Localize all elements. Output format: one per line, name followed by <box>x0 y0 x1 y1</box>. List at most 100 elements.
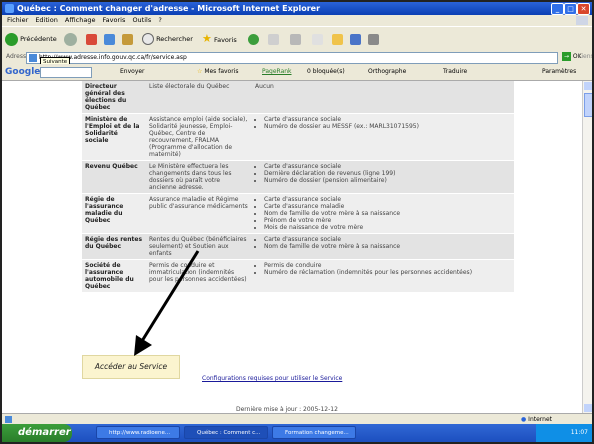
pagerank-indicator[interactable]: PageRank <box>262 64 292 80</box>
document-item: Mois de naissance de votre mère <box>264 224 511 231</box>
menu-favoris[interactable]: Favoris <box>103 16 126 24</box>
google-favorites[interactable]: ☆ Mes favoris <box>197 64 238 80</box>
programs-cell: Rentes du Québec (bénéficiaires seulemen… <box>146 233 252 260</box>
forward-arrow-icon <box>64 32 77 46</box>
windows-logo-icon <box>576 16 588 25</box>
menu-bar: Fichier Edition Affichage Favoris Outils… <box>2 15 592 26</box>
history-button[interactable] <box>248 32 259 46</box>
document-item: Carte d'assurance sociale <box>264 163 511 170</box>
history-icon <box>248 33 259 45</box>
globe-icon: ● <box>521 416 527 423</box>
popup-blocker[interactable]: 0 bloquée(s) <box>307 64 345 80</box>
spellcheck-button[interactable]: Orthographe <box>368 64 406 80</box>
document-item: Numéro de dossier (pension alimentaire) <box>264 177 511 184</box>
organization-cell: Directeur général des élections du Québe… <box>82 81 146 114</box>
programs-cell: Le Ministère effectuera les changements … <box>146 160 252 194</box>
page-icon <box>29 54 37 62</box>
programs-cell: Liste électorale du Québec <box>146 81 252 114</box>
programs-cell: Assurance maladie et Régime public d'ass… <box>146 193 252 234</box>
google-toolbar: Google Envoyer ☆ Mes favoris PageRank 0 … <box>2 64 592 81</box>
print-icon <box>290 33 301 45</box>
documents-list: Carte d'assurance socialeDernière déclar… <box>255 163 511 184</box>
taskbar-item[interactable]: Formation changeme... <box>272 426 356 439</box>
address-input[interactable]: http://www.adresse.info.gouv.qc.ca/fr/se… <box>26 52 558 64</box>
services-table: Directeur général des élections du Québe… <box>82 81 514 293</box>
star-icon: ★ <box>202 32 212 45</box>
browser-window: Québec : Comment changer d'adresse - Mic… <box>0 0 594 444</box>
maximize-button[interactable]: □ <box>564 3 577 15</box>
print-button[interactable] <box>290 32 301 46</box>
taskbar-item[interactable]: http://www.radioene... <box>96 426 180 439</box>
messenger-button[interactable] <box>332 32 343 46</box>
table-row: Société de l'assurance automobile du Qué… <box>82 259 514 293</box>
research-button[interactable] <box>350 32 361 46</box>
home-icon <box>122 33 133 45</box>
search-button[interactable]: Rechercher <box>142 32 193 46</box>
system-tray: 11:07 <box>536 424 592 442</box>
menu-fichier[interactable]: Fichier <box>7 16 28 24</box>
refresh-icon <box>104 33 115 45</box>
refresh-button[interactable] <box>104 32 115 46</box>
tools-icon <box>368 33 379 45</box>
document-item: Permis de conduire <box>264 262 511 269</box>
document-item: Numéro de dossier au MESSF (ex.: MARL310… <box>264 123 511 130</box>
organization-cell: Revenu Québec <box>82 160 146 194</box>
documents-cell: Aucun <box>252 81 514 114</box>
toolbar: Précédente Rechercher ★ Favoris <box>2 26 592 51</box>
programs-cell: Permis de conduire et immatriculation (i… <box>146 259 252 293</box>
start-button[interactable]: démarrer <box>2 424 72 442</box>
address-bar: Adresse http://www.adresse.info.gouv.qc.… <box>2 50 592 64</box>
table-row: Revenu Québec Le Ministère effectuera les… <box>82 160 514 194</box>
menu-edition[interactable]: Edition <box>35 16 58 24</box>
favorites-button[interactable]: ★ Favoris <box>202 32 237 46</box>
title-bar[interactable]: Québec : Comment changer d'adresse - Mic… <box>2 2 592 15</box>
links-label[interactable]: Liens <box>578 50 592 64</box>
tools-button[interactable] <box>368 32 379 46</box>
documents-list: Carte d'assurance socialeNom de famille … <box>255 236 511 250</box>
zone-label: Internet <box>528 416 552 423</box>
table-row: Ministère de l'Emploi et de la Solidarit… <box>82 113 514 161</box>
minimize-button[interactable]: _ <box>551 3 564 15</box>
page-status-icon <box>5 416 12 423</box>
google-search-button[interactable]: Envoyer <box>120 64 145 80</box>
taskbar: démarrer http://www.radioene... Québec :… <box>2 424 592 442</box>
back-arrow-icon <box>5 32 18 46</box>
menu-affichage[interactable]: Affichage <box>65 16 96 24</box>
menu-help[interactable]: ? <box>158 16 161 24</box>
table-row: Directeur général des élections du Québe… <box>82 81 514 114</box>
config-requirements-link[interactable]: Configurations requises pour utiliser le… <box>202 375 342 382</box>
programs-cell: Assistance emploi (aide sociale), Solida… <box>146 113 252 161</box>
documents-cell: Carte d'assurance socialeNuméro de dossi… <box>252 113 514 161</box>
documents-list: Carte d'assurance socialeCarte d'assuran… <box>255 196 511 231</box>
translate-button[interactable]: Traduire <box>443 64 467 80</box>
close-button[interactable]: ✕ <box>577 3 590 15</box>
documents-cell: Carte d'assurance socialeNom de famille … <box>252 233 514 260</box>
google-logo[interactable]: Google <box>5 64 40 80</box>
edit-button[interactable] <box>312 32 323 46</box>
acceder-service-button[interactable]: Accéder au Service <box>82 355 180 379</box>
back-button[interactable]: Précédente <box>5 32 57 46</box>
star-icon: ☆ <box>197 68 203 75</box>
clock[interactable]: 11:07 <box>571 429 588 436</box>
organization-cell: Ministère de l'Emploi et de la Solidarit… <box>82 113 146 161</box>
folder-icon <box>332 33 343 45</box>
scroll-thumb[interactable] <box>584 93 592 117</box>
forward-button[interactable] <box>64 32 77 46</box>
document-item: Aucun <box>255 83 274 90</box>
documents-cell: Carte d'assurance socialeCarte d'assuran… <box>252 193 514 234</box>
document-item: Dernière déclaration de revenus (ligne 1… <box>264 170 511 177</box>
scroll-up-icon[interactable] <box>584 82 592 90</box>
window-title: Québec : Comment changer d'adresse - Mic… <box>17 4 321 13</box>
back-label: Précédente <box>20 35 57 43</box>
settings-button[interactable]: Paramètres <box>542 64 576 80</box>
scroll-down-icon[interactable] <box>584 404 592 412</box>
documents-cell: Permis de conduireNuméro de réclamation … <box>252 259 514 293</box>
home-button[interactable] <box>122 32 133 46</box>
page-content: Directeur général des élections du Québe… <box>2 81 582 413</box>
menu-outils[interactable]: Outils <box>132 16 151 24</box>
taskbar-item-active[interactable]: Québec : Comment c... <box>184 426 268 439</box>
stop-button[interactable] <box>86 32 97 46</box>
mail-button[interactable] <box>268 32 279 46</box>
vertical-scrollbar[interactable] <box>582 81 592 413</box>
google-search-input[interactable] <box>40 67 92 78</box>
